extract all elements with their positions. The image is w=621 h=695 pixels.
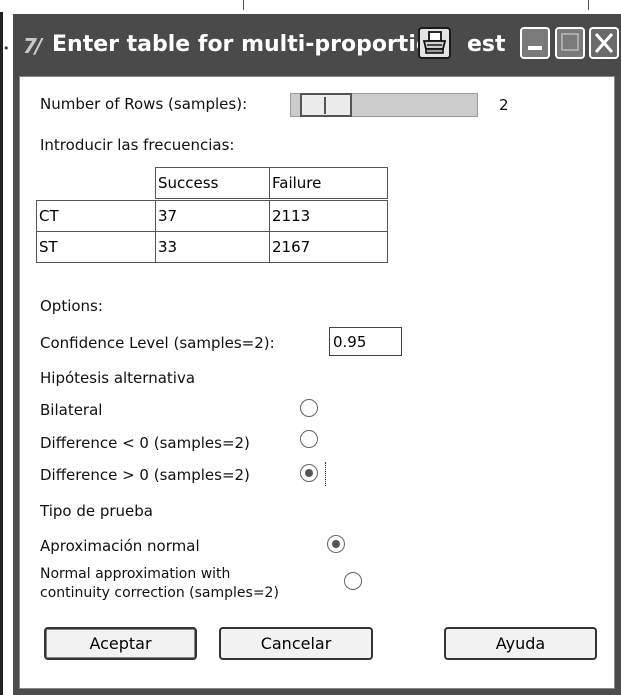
background-strip <box>0 0 621 14</box>
hypothesis-greater-label: Difference > 0 (samples=2) <box>40 466 250 484</box>
hypothesis-bilateral-label: Bilateral <box>40 401 103 419</box>
minimize-button[interactable] <box>520 27 550 59</box>
row-label-ct[interactable]: CT <box>36 200 156 232</box>
printer-icon <box>422 31 447 54</box>
hypothesis-bilateral-radio[interactable] <box>300 399 318 417</box>
test-continuity-label-line2: continuity correction (samples=2) <box>40 585 279 601</box>
test-normal-label: Aproximación normal <box>40 537 200 555</box>
test-continuity-label-line1: Normal approximation with <box>40 566 231 582</box>
options-heading: Options: <box>40 297 103 315</box>
test-normal-radio[interactable] <box>327 535 345 553</box>
cell-st-success[interactable]: 33 <box>155 231 270 263</box>
row-label-st[interactable]: ST <box>36 231 156 263</box>
hypothesis-greater-radio[interactable] <box>300 464 318 482</box>
cell-st-failure[interactable]: 2167 <box>269 231 388 263</box>
app-logo-icon: 7/ <box>23 34 42 58</box>
table-label: Introducir las frecuencias: <box>40 136 235 154</box>
help-button[interactable]: Ayuda <box>444 627 597 660</box>
hypothesis-heading: Hipótesis alternativa <box>40 369 196 387</box>
close-icon <box>594 33 614 53</box>
rows-slider-value: 2 <box>499 96 509 114</box>
confidence-level-label: Confidence Level (samples=2): <box>40 334 275 352</box>
slider-grip-icon <box>324 97 326 114</box>
background-mark <box>588 0 589 10</box>
column-header-success: Success <box>155 167 270 199</box>
background-window-edge <box>0 12 3 695</box>
confidence-level-input[interactable]: 0.95 <box>329 327 402 356</box>
maximize-icon <box>561 33 579 51</box>
rows-slider-label: Number of Rows (samples): <box>40 95 248 113</box>
maximize-button[interactable] <box>555 27 585 59</box>
cancel-button[interactable]: Cancelar <box>219 627 373 660</box>
close-button[interactable] <box>589 27 619 59</box>
column-header-failure: Failure <box>269 167 388 199</box>
cell-ct-failure[interactable]: 2113 <box>269 200 388 232</box>
rows-slider-thumb[interactable] <box>300 93 352 117</box>
test-type-heading: Tipo de prueba <box>40 502 153 520</box>
title-bar[interactable]: 7/ Enter table for multi-proportio est <box>13 14 621 78</box>
background-glyph: • <box>3 42 10 55</box>
minimize-icon <box>528 46 542 50</box>
accept-button[interactable]: Aceptar <box>44 627 197 660</box>
test-continuity-radio[interactable] <box>344 572 362 590</box>
print-button[interactable] <box>418 27 451 59</box>
focus-indicator <box>325 462 327 486</box>
cell-ct-success[interactable]: 37 <box>155 200 270 232</box>
background-mark <box>243 0 244 10</box>
hypothesis-less-radio[interactable] <box>300 430 318 448</box>
hypothesis-less-label: Difference < 0 (samples=2) <box>40 434 250 452</box>
